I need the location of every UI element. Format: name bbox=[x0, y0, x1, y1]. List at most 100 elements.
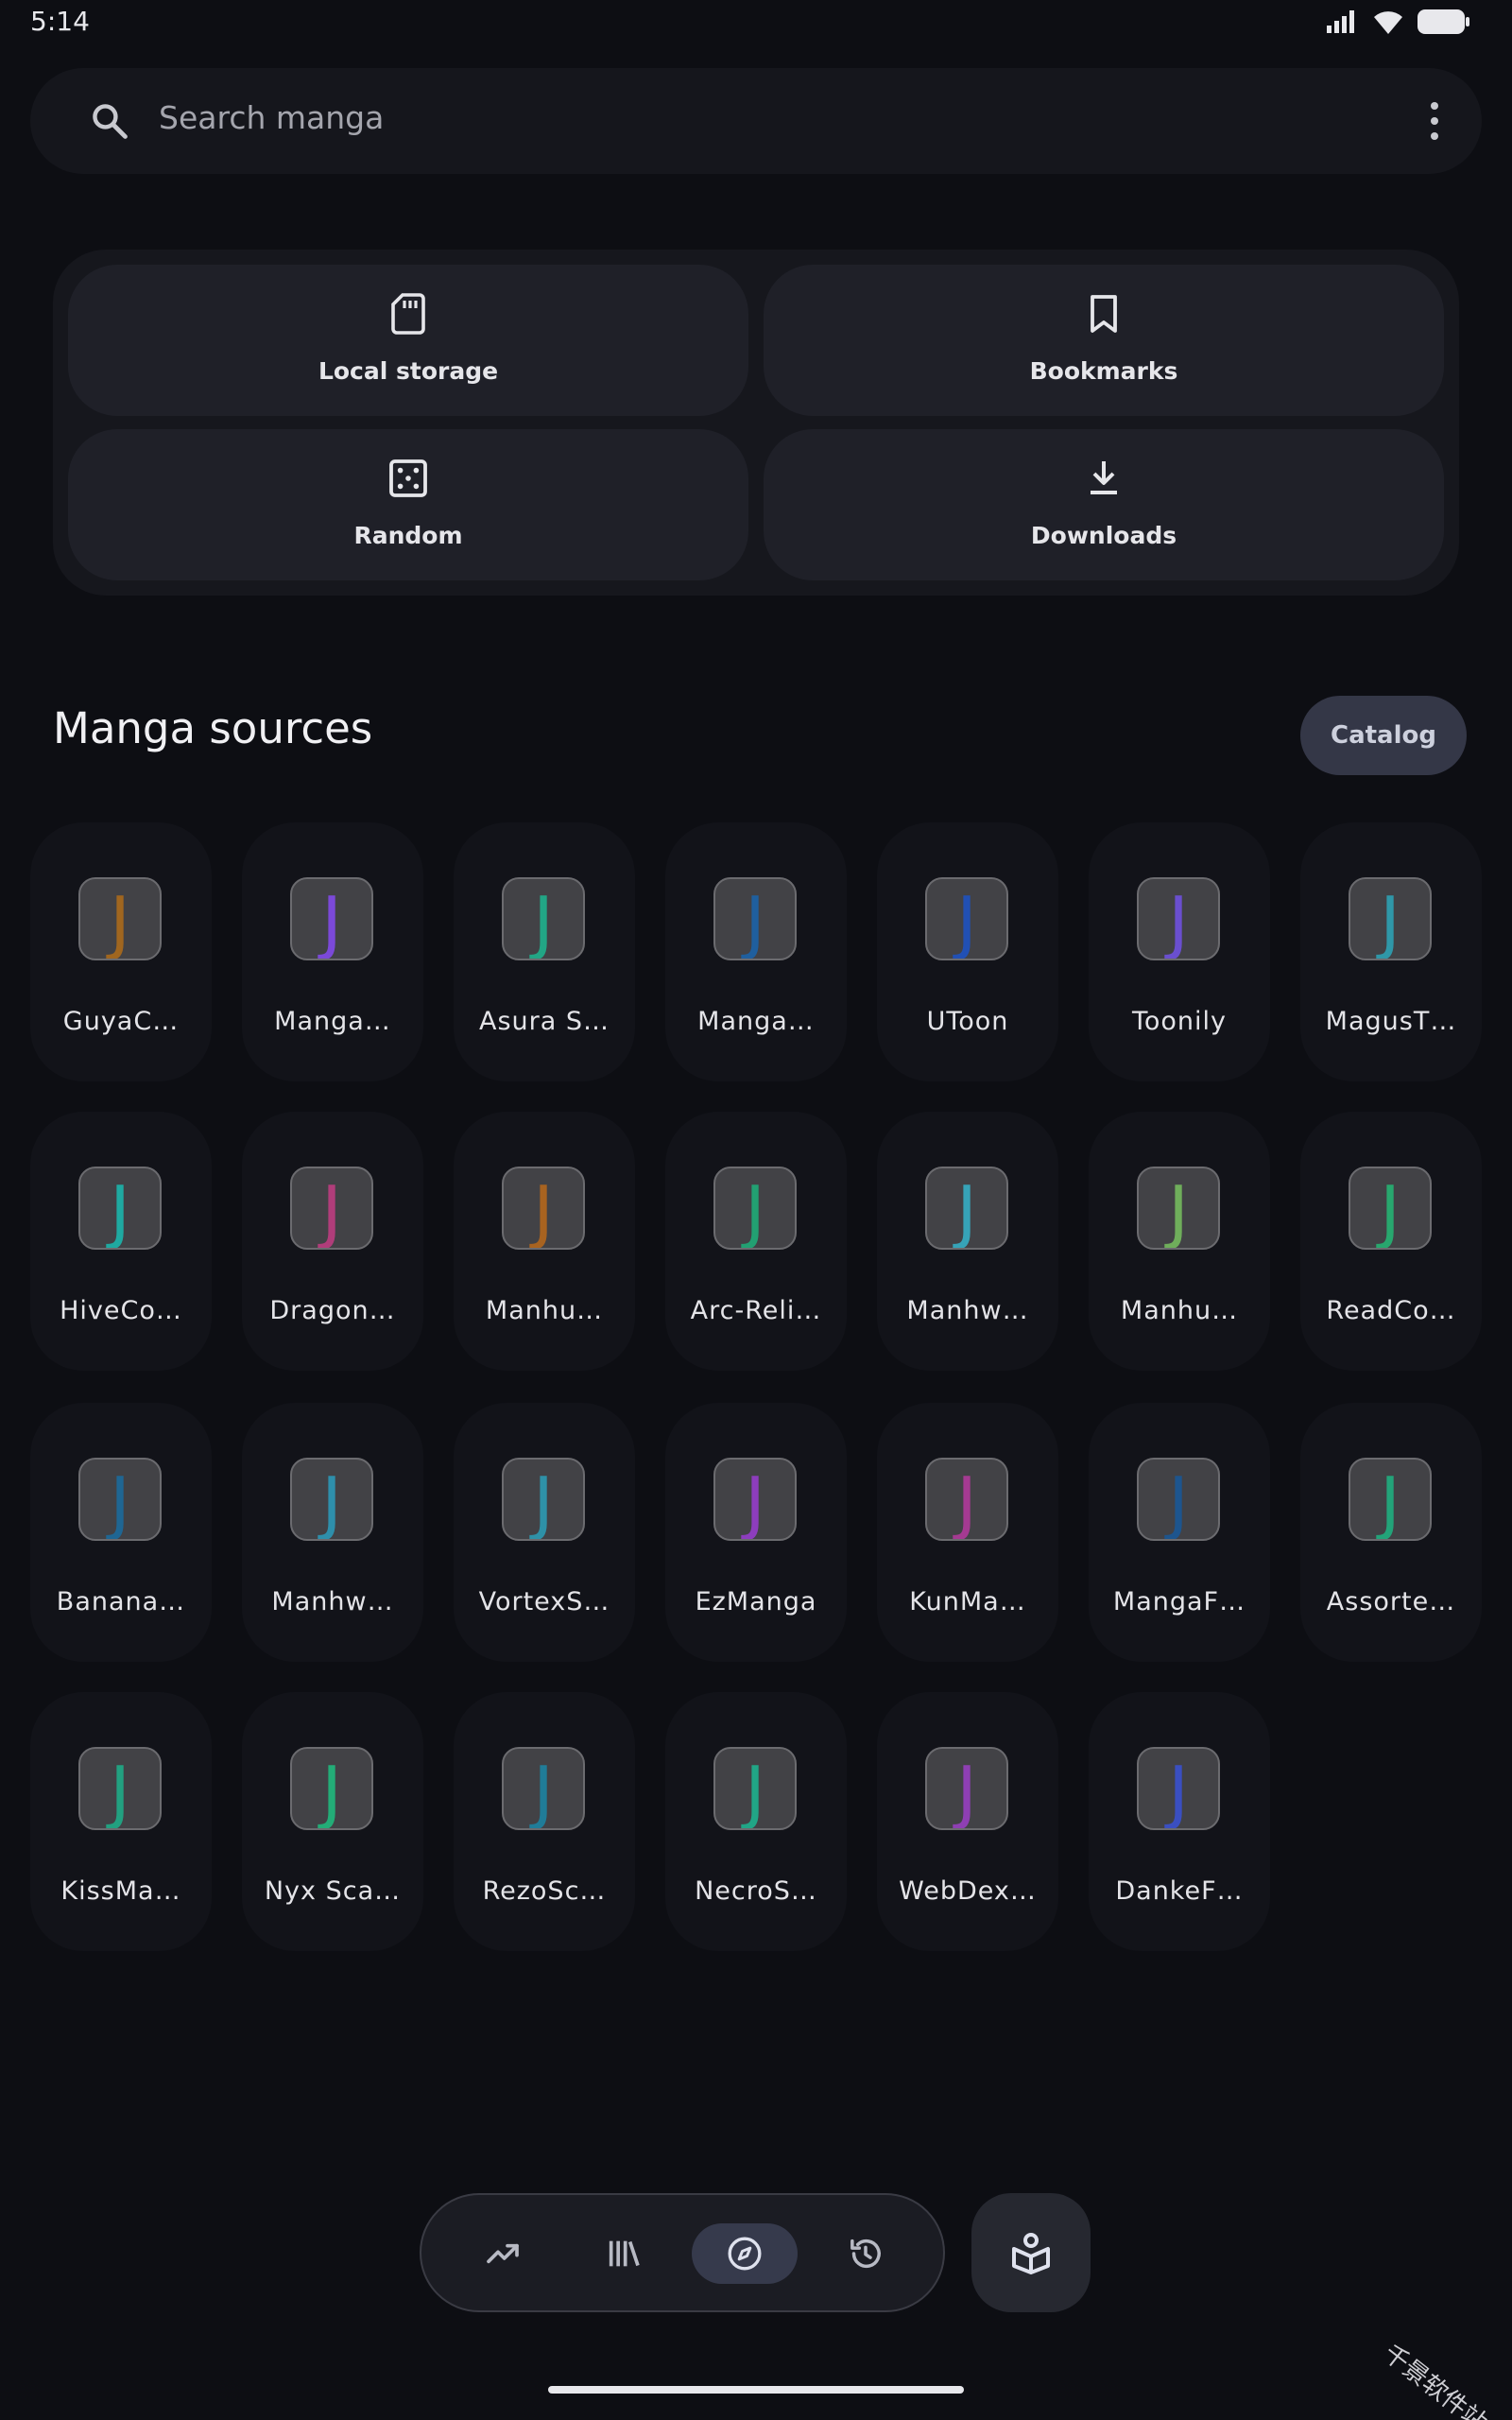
source-icon: J bbox=[502, 1458, 585, 1541]
random-button[interactable]: Random bbox=[68, 429, 748, 580]
source-card[interactable]: J Dragon… bbox=[242, 1112, 423, 1371]
source-icon-glyph: J bbox=[533, 882, 554, 960]
source-card[interactable]: J Banana… bbox=[30, 1403, 212, 1662]
trending-icon bbox=[487, 2243, 519, 2264]
source-card[interactable]: J Manhw… bbox=[242, 1403, 423, 1662]
search-icon[interactable] bbox=[89, 100, 130, 142]
source-card[interactable]: J Assorte… bbox=[1300, 1403, 1482, 1662]
source-card[interactable]: J Manga… bbox=[242, 822, 423, 1081]
source-icon-glyph: J bbox=[1168, 1171, 1189, 1250]
source-icon-glyph: J bbox=[745, 1752, 765, 1830]
source-name: KunMa… bbox=[909, 1587, 1026, 1616]
source-name: HiveCo… bbox=[60, 1296, 182, 1325]
nav-item-feed[interactable] bbox=[450, 2223, 556, 2284]
catalog-button[interactable]: Catalog bbox=[1300, 696, 1467, 775]
source-icon-glyph: J bbox=[533, 1752, 554, 1830]
source-card[interactable]: J HiveCo… bbox=[30, 1112, 212, 1371]
source-icon: J bbox=[1137, 1458, 1220, 1541]
source-card[interactable]: J Manhu… bbox=[1089, 1112, 1270, 1371]
source-card[interactable]: J Arc-Reli… bbox=[665, 1112, 847, 1371]
source-name: Manga… bbox=[274, 1007, 391, 1036]
home-indicator[interactable] bbox=[548, 2386, 964, 2394]
source-name: MangaF… bbox=[1112, 1587, 1246, 1616]
source-icon: J bbox=[925, 1458, 1008, 1541]
more-vert-icon[interactable] bbox=[1425, 98, 1444, 144]
source-icon-glyph: J bbox=[956, 1171, 977, 1250]
source-card[interactable]: J Manhu… bbox=[454, 1112, 635, 1371]
source-icon: J bbox=[502, 1167, 585, 1250]
source-card[interactable]: J RezoSc… bbox=[454, 1692, 635, 1951]
source-icon: J bbox=[713, 1167, 797, 1250]
source-name: Arc-Reli… bbox=[690, 1296, 822, 1325]
source-card[interactable]: J GuyaC… bbox=[30, 822, 212, 1081]
source-icon-glyph: J bbox=[321, 1752, 342, 1830]
source-icon: J bbox=[290, 877, 373, 960]
local-storage-label: Local storage bbox=[318, 357, 499, 385]
source-icon-glyph: J bbox=[110, 882, 130, 960]
source-icon-glyph: J bbox=[110, 1171, 130, 1250]
source-icon: J bbox=[290, 1747, 373, 1830]
source-name: Toonily bbox=[1131, 1007, 1228, 1036]
source-icon: J bbox=[713, 1458, 797, 1541]
source-card[interactable]: J Manga… bbox=[665, 822, 847, 1081]
source-icon-glyph: J bbox=[745, 1462, 765, 1541]
section-title: Manga sources bbox=[53, 703, 373, 753]
source-icon-glyph: J bbox=[321, 1462, 342, 1541]
source-card[interactable]: J DankeF… bbox=[1089, 1692, 1270, 1951]
dice-icon bbox=[389, 459, 427, 497]
source-card[interactable]: J ReadCo… bbox=[1300, 1112, 1482, 1371]
source-icon: J bbox=[502, 877, 585, 960]
source-name: KissMa… bbox=[60, 1876, 181, 1906]
battery-icon bbox=[1418, 9, 1469, 34]
downloads-button[interactable]: Downloads bbox=[764, 429, 1444, 580]
source-icon-glyph: J bbox=[533, 1171, 554, 1250]
source-icon-glyph: J bbox=[110, 1462, 130, 1541]
source-icon-glyph: J bbox=[745, 882, 765, 960]
source-card[interactable]: J Toonily bbox=[1089, 822, 1270, 1081]
reader-profile-button[interactable] bbox=[971, 2193, 1091, 2312]
source-name: EzManga bbox=[695, 1587, 817, 1616]
local-storage-button[interactable]: Local storage bbox=[68, 265, 748, 416]
source-card[interactable]: J KunMa… bbox=[877, 1403, 1058, 1662]
source-name: Manhw… bbox=[271, 1587, 394, 1616]
source-icon: J bbox=[1137, 1747, 1220, 1830]
source-name: VortexS… bbox=[478, 1587, 610, 1616]
history-icon bbox=[850, 2238, 881, 2269]
bottom-nav bbox=[420, 2193, 945, 2312]
search-bar[interactable]: Search manga bbox=[30, 68, 1482, 174]
source-card[interactable]: J KissMa… bbox=[30, 1692, 212, 1951]
source-card[interactable]: J MagusT… bbox=[1300, 822, 1482, 1081]
source-icon: J bbox=[78, 877, 162, 960]
source-icon: J bbox=[925, 877, 1008, 960]
source-card[interactable]: J Manhw… bbox=[877, 1112, 1058, 1371]
source-card[interactable]: J Asura S… bbox=[454, 822, 635, 1081]
source-card[interactable]: J EzManga bbox=[665, 1403, 847, 1662]
source-name: ReadCo… bbox=[1326, 1296, 1456, 1325]
source-icon-glyph: J bbox=[956, 882, 977, 960]
source-card[interactable]: J VortexS… bbox=[454, 1403, 635, 1662]
search-input[interactable]: Search manga bbox=[159, 99, 384, 136]
source-name: Assorte… bbox=[1326, 1587, 1456, 1616]
source-icon: J bbox=[78, 1167, 162, 1250]
source-name: Dragon… bbox=[269, 1296, 396, 1325]
source-icon-glyph: J bbox=[110, 1752, 130, 1830]
source-card[interactable]: J WebDex… bbox=[877, 1692, 1058, 1951]
source-card[interactable]: J Nyx Sca… bbox=[242, 1692, 423, 1951]
source-card[interactable]: J NecroS… bbox=[665, 1692, 847, 1951]
bookmarks-button[interactable]: Bookmarks bbox=[764, 265, 1444, 416]
source-name: GuyaC… bbox=[62, 1007, 180, 1036]
source-icon: J bbox=[78, 1747, 162, 1830]
nav-item-library[interactable] bbox=[571, 2223, 677, 2284]
signal-icon bbox=[1327, 10, 1354, 33]
source-icon-glyph: J bbox=[956, 1752, 977, 1830]
source-icon: J bbox=[502, 1747, 585, 1830]
source-card[interactable]: J UToon bbox=[877, 822, 1058, 1081]
source-card[interactable]: J MangaF… bbox=[1089, 1403, 1270, 1662]
wifi-icon bbox=[1374, 11, 1402, 34]
status-time: 5:14 bbox=[30, 6, 90, 37]
source-icon-glyph: J bbox=[1168, 882, 1189, 960]
source-icon: J bbox=[713, 877, 797, 960]
nav-item-history[interactable] bbox=[813, 2223, 919, 2284]
nav-item-explore[interactable] bbox=[692, 2223, 798, 2284]
source-name: Nyx Sca… bbox=[264, 1876, 402, 1906]
